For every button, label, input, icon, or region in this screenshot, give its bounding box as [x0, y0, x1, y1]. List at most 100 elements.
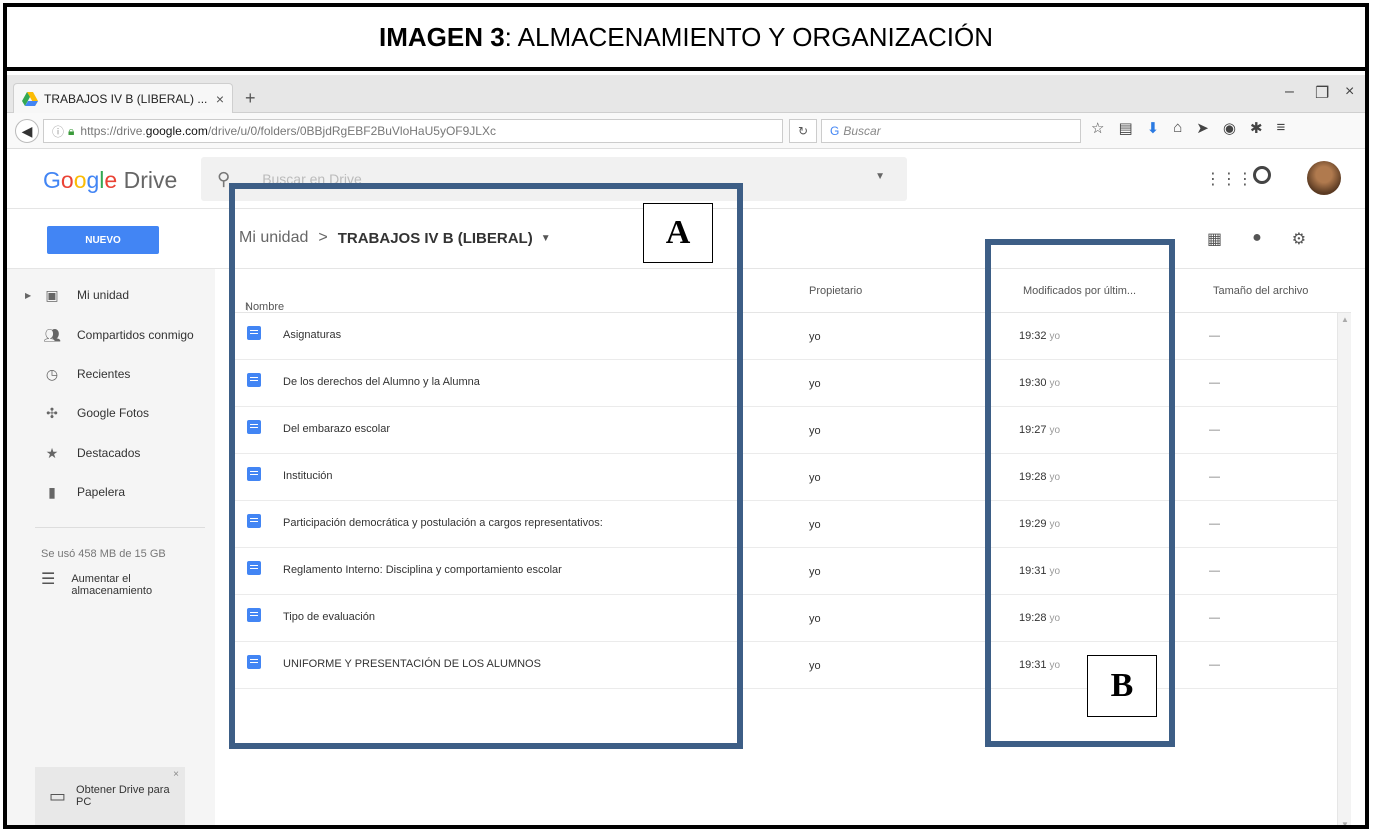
file-owner: yo: [809, 566, 821, 578]
file-size: —: [1209, 565, 1220, 577]
file-size: —: [1209, 330, 1220, 342]
caption-text: : ALMACENAMIENTO Y ORGANIZACIÓN: [504, 21, 993, 52]
browser-tab-bar: TRABAJOS IV B (LIBERAL) ... × + – ❐ ×: [7, 75, 1365, 113]
photos-icon: ✣: [46, 404, 58, 421]
home-icon[interactable]: ⌂: [1173, 119, 1182, 137]
view-controls: ▦ ● ⚙: [1207, 229, 1306, 249]
tab-close-icon[interactable]: ×: [216, 91, 224, 107]
sidebar-item-destacados[interactable]: ★ Destacados: [7, 437, 215, 469]
file-owner: yo: [809, 378, 821, 390]
reload-icon[interactable]: ↻: [789, 119, 817, 143]
logo-drive: Drive: [123, 167, 178, 193]
browser-tab[interactable]: TRABAJOS IV B (LIBERAL) ... ×: [13, 83, 233, 113]
scrollbar[interactable]: ▲ ▼: [1337, 313, 1351, 825]
sidebar-item-label: Mi unidad: [77, 288, 130, 302]
tab-title: TRABAJOS IV B (LIBERAL) ...: [44, 91, 208, 106]
file-owner: yo: [809, 519, 821, 531]
sidebar-item-label: Recientes: [77, 367, 131, 381]
dismiss-icon[interactable]: ×: [173, 769, 179, 780]
star-icon[interactable]: ☆: [1091, 119, 1104, 137]
google-drive-logo[interactable]: Google Drive: [43, 167, 177, 194]
new-tab-button[interactable]: +: [245, 88, 256, 109]
upgrade-storage-label: Aumentar el almacenamiento: [71, 573, 152, 597]
scroll-down-icon[interactable]: ▼: [1341, 820, 1349, 825]
annotation-label-b: B: [1087, 655, 1157, 717]
annotation-box-a: [229, 183, 743, 749]
close-icon[interactable]: ×: [1345, 83, 1354, 101]
extension-icon[interactable]: ✱: [1250, 119, 1263, 137]
column-owner[interactable]: Propietario: [809, 285, 862, 297]
get-drive-for-pc-card[interactable]: ▭ Obtener Drive para PC ×: [35, 767, 185, 825]
sidebar-item-label: Google Fotos: [77, 406, 150, 420]
url-input[interactable]: ⓘ 🔒︎ https://drive. google.com/drive/u/0/…: [43, 119, 783, 143]
notifications-icon[interactable]: [1253, 166, 1271, 184]
sidebar-item-compartidos[interactable]: 👥︎ Compartidos conmigo: [7, 319, 215, 351]
file-size: —: [1209, 659, 1220, 671]
expand-arrow-icon[interactable]: ▶: [25, 291, 31, 300]
info-icon: ⓘ: [52, 124, 65, 139]
file-size: —: [1209, 518, 1220, 530]
file-size: —: [1209, 612, 1220, 624]
url-host: google.com: [145, 124, 208, 138]
sidebar-divider: [35, 527, 205, 528]
annotation-label-a: A: [643, 203, 713, 263]
get-drive-line-2: PC: [76, 796, 92, 808]
sidebar-item-label: Destacados: [77, 446, 141, 460]
search-options-icon[interactable]: ▼: [875, 171, 885, 182]
file-size: —: [1209, 424, 1220, 436]
file-size: —: [1209, 377, 1220, 389]
pocket-icon[interactable]: ◉: [1223, 119, 1236, 137]
upgrade-storage-link[interactable]: ☰ Aumentar el almacenamiento: [41, 571, 152, 598]
file-size: —: [1209, 471, 1220, 483]
minimize-icon[interactable]: –: [1285, 83, 1294, 101]
logo-google: Google: [43, 167, 118, 193]
storage-list-icon: ☰: [41, 571, 56, 588]
info-icon[interactable]: ●: [1252, 229, 1262, 249]
menu-icon[interactable]: ≡: [1277, 119, 1286, 137]
new-button[interactable]: NUEVO: [47, 226, 159, 254]
search-engine-icon: G: [830, 124, 840, 138]
trash-icon: ▮: [48, 483, 56, 500]
back-arrow-icon[interactable]: ◀: [15, 119, 39, 143]
scroll-up-icon[interactable]: ▲: [1341, 315, 1349, 324]
sidebar-item-recientes[interactable]: ◷ Recientes: [7, 358, 215, 390]
url-path: /drive/u/0/folders/0BBjdRgEBF2BuVloHaU5y…: [207, 124, 496, 138]
figure-frame: IMAGEN 3: ALMACENAMIENTO Y ORGANIZACIÓN …: [3, 3, 1369, 829]
avatar[interactable]: [1307, 161, 1341, 195]
clipboard-icon[interactable]: ▤: [1118, 119, 1132, 137]
monitor-icon: ▭: [49, 785, 67, 806]
grid-view-icon[interactable]: ▦: [1207, 229, 1222, 249]
sidebar-item-label: Papelera: [77, 485, 126, 499]
storage-usage: Se usó 458 MB de 15 GB: [41, 548, 166, 560]
file-owner: yo: [809, 472, 821, 484]
gear-icon[interactable]: ⚙: [1292, 229, 1306, 249]
clock-icon: ◷: [45, 365, 59, 382]
sidebar-item-papelera[interactable]: ▮ Papelera: [7, 476, 215, 508]
column-size[interactable]: Tamaño del archivo: [1213, 285, 1308, 297]
figure-caption: IMAGEN 3: ALMACENAMIENTO Y ORGANIZACIÓN: [7, 7, 1365, 71]
sidebar: ▶ ▣ Mi unidad 👥︎ Compartidos conmigo ◷ R…: [7, 269, 215, 825]
url-prefix: https://drive.: [80, 124, 146, 138]
star-icon: ★: [45, 444, 59, 461]
sidebar-item-google-fotos[interactable]: ✣ Google Fotos: [7, 397, 215, 429]
lock-icon: 🔒︎: [68, 123, 75, 138]
upgrade-line-2: almacenamiento: [71, 585, 153, 597]
maximize-icon[interactable]: ❐: [1315, 83, 1329, 103]
browser-search-placeholder: Buscar: [843, 124, 881, 138]
file-owner: yo: [809, 660, 821, 672]
file-owner: yo: [809, 331, 821, 343]
file-owner: yo: [809, 425, 821, 437]
caption-bold: IMAGEN 3: [378, 21, 505, 52]
sidebar-item-mi-unidad[interactable]: ▶ ▣ Mi unidad: [7, 279, 215, 311]
drive-icon: ▣: [45, 286, 59, 303]
browser-toolbar-icons: ☆ ▤ ⬇ ⌂ ➤ ◉ ✱ ≡: [1091, 119, 1285, 137]
browser-nav-bar: ◀ ⓘ 🔒︎ https://drive. google.com/drive/u/…: [7, 113, 1365, 149]
file-owner: yo: [809, 613, 821, 625]
download-icon[interactable]: ⬇: [1147, 119, 1160, 137]
upgrade-line-1: Aumentar el: [71, 573, 131, 585]
get-drive-label: Obtener Drive para PC: [76, 784, 170, 808]
browser-search-input[interactable]: G Buscar: [821, 119, 1081, 143]
send-icon[interactable]: ➤: [1196, 119, 1209, 137]
sidebar-item-label: Compartidos conmigo: [77, 328, 194, 342]
apps-grid-icon[interactable]: ⋮⋮⋮: [1205, 169, 1253, 189]
